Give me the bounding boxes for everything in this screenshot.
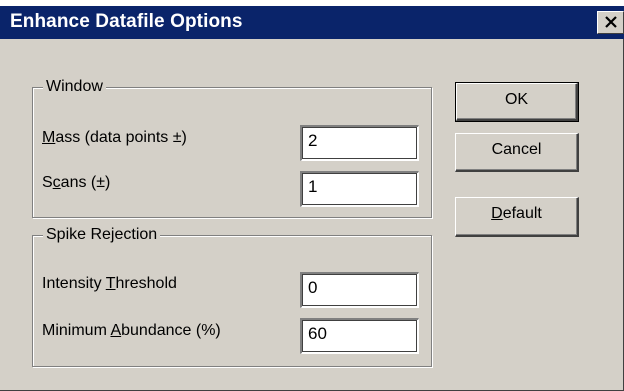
default-button-label: Default	[491, 205, 542, 222]
intensity-threshold-input[interactable]: 0	[300, 272, 419, 308]
default-button[interactable]: Default	[455, 197, 579, 237]
ok-button[interactable]: OK	[455, 82, 579, 122]
minimum-abundance-input[interactable]: 60	[300, 318, 419, 354]
cancel-button-label: Cancel	[491, 141, 542, 158]
close-icon	[605, 16, 617, 28]
scans-input[interactable]: 1	[300, 171, 419, 207]
minimum-abundance-label: Minimum Abundance (%)	[42, 322, 221, 339]
mass-data-points-input[interactable]: 2	[300, 125, 419, 161]
enhance-datafile-options-dialog: Enhance Datafile Options Window Mass (da…	[0, 0, 624, 391]
window-group-legend: Window	[43, 76, 106, 98]
title-bar[interactable]: Enhance Datafile Options	[0, 0, 624, 39]
scans-label: Scans (±)	[42, 174, 111, 191]
mass-label: Mass (data points ±)	[42, 129, 187, 146]
close-button[interactable]	[597, 11, 624, 34]
spike-rejection-group-legend: Spike Rejection	[43, 224, 161, 246]
intensity-threshold-label: Intensity Threshold	[42, 275, 177, 292]
ok-button-label: OK	[504, 91, 529, 108]
dialog-title: Enhance Datafile Options	[10, 11, 243, 32]
cancel-button[interactable]: Cancel	[455, 133, 579, 172]
